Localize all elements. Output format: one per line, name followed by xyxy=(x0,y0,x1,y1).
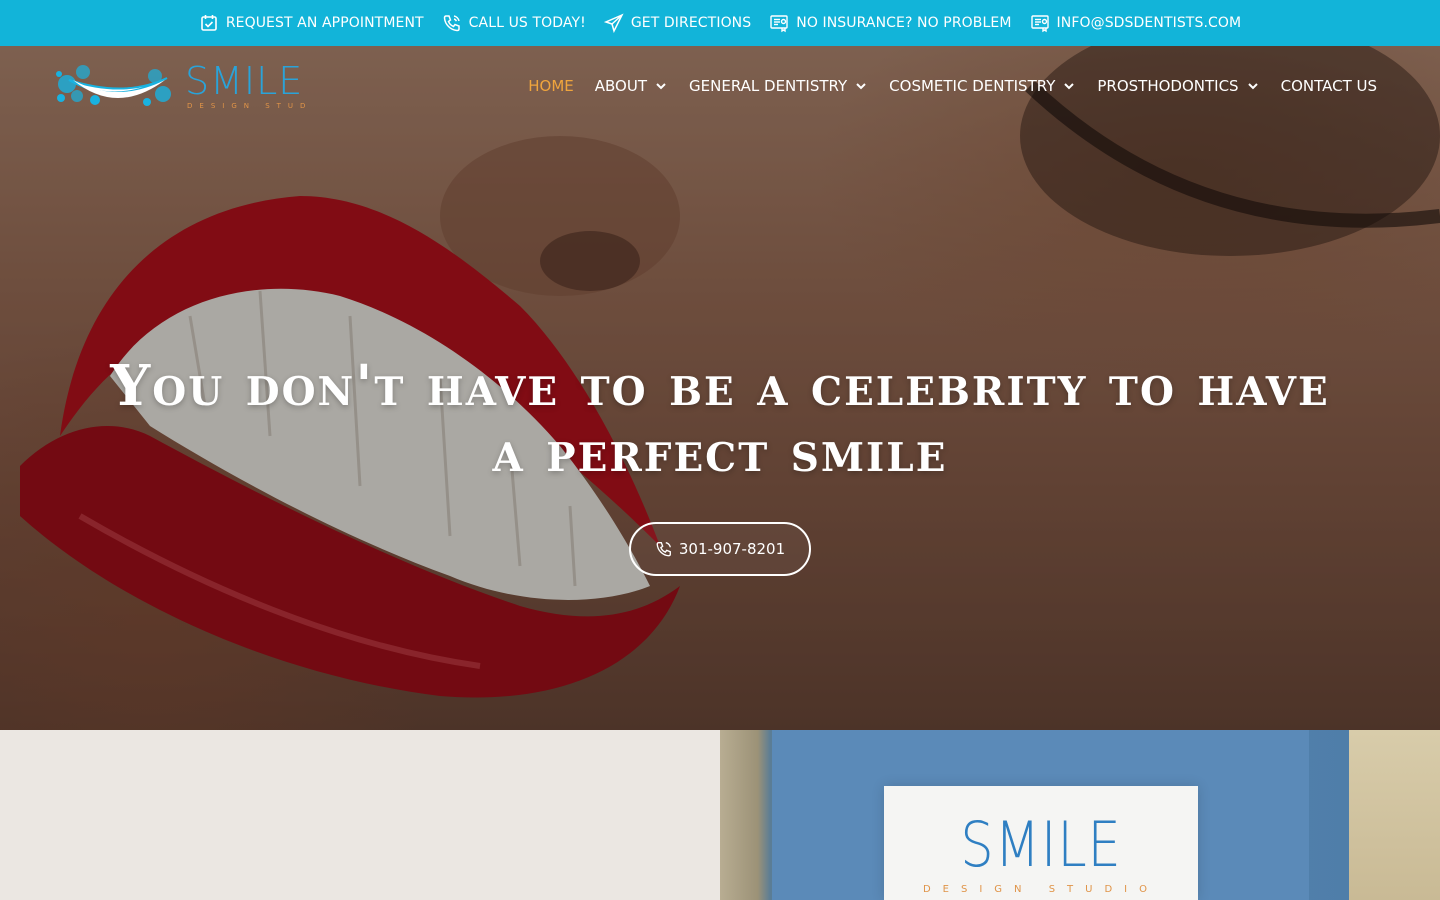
chevron-down-icon xyxy=(1064,83,1075,90)
logo-wordmark: SMILE xyxy=(185,59,303,103)
nav-item-contact-us[interactable]: CONTACT US xyxy=(1281,77,1377,95)
chevron-down-icon xyxy=(656,83,666,90)
nav-item-general-dentistry[interactable]: GENERAL DENTISTRY xyxy=(689,77,868,95)
intro-text-panel xyxy=(0,730,720,900)
envelope-document-icon xyxy=(1030,15,1049,33)
no-insurance-label: NO INSURANCE? NO PROBLEM xyxy=(796,15,1012,31)
paper-plane-icon xyxy=(603,13,624,33)
get-directions-link[interactable]: GET DIRECTIONS xyxy=(603,13,752,33)
request-appointment-label: REQUEST AN APPOINTMENT xyxy=(225,15,424,31)
nav-item-cosmetic-dentistry[interactable]: COSMETIC DENTISTRY xyxy=(889,77,1076,95)
nav-item-contact-us-label: CONTACT US xyxy=(1280,77,1377,95)
office-wall xyxy=(1349,730,1440,900)
hero-headline: You don't have to be a celebrity to have… xyxy=(50,353,1390,485)
hero-section: You don't have to be a celebrity to have… xyxy=(0,46,1440,730)
call-us-link[interactable]: CALL US TODAY! xyxy=(442,13,586,33)
office-sign-card: SMILE DESIGN STUDIO xyxy=(884,786,1198,900)
main-navigation: HOME ABOUT GENERAL DENTISTRY COSMETIC DE… xyxy=(528,68,1377,104)
office-sign-tagline: DESIGN STUDIO xyxy=(922,884,1160,895)
smile-design-studio-logo[interactable]: SMILE DESIGN STUDIO xyxy=(55,58,305,113)
office-sign-wordmark: SMILE xyxy=(960,808,1122,881)
phone-icon xyxy=(656,542,671,557)
top-utility-bar: REQUEST AN APPOINTMENT CALL US TODAY! GE… xyxy=(0,0,1440,46)
call-phone-button[interactable]: 301-907-8201 xyxy=(629,522,811,576)
call-us-label: CALL US TODAY! xyxy=(468,15,586,31)
nav-item-about-label: ABOUT xyxy=(594,77,648,95)
phone-icon xyxy=(443,15,460,32)
nav-item-general-dentistry-label: GENERAL DENTISTRY xyxy=(689,77,848,95)
email-link[interactable]: INFO@SDSDENTISTS.COM xyxy=(1030,13,1242,33)
hero-headline-line-2: a perfect smile xyxy=(492,419,948,485)
chevron-down-icon xyxy=(856,83,866,90)
chevron-down-icon xyxy=(1247,83,1258,90)
nav-item-home[interactable]: HOME xyxy=(528,77,574,95)
nav-item-prosthodontics[interactable]: PROSTHODONTICS xyxy=(1097,77,1259,95)
get-directions-label: GET DIRECTIONS xyxy=(630,15,752,31)
request-appointment-link[interactable]: REQUEST AN APPOINTMENT xyxy=(199,13,424,33)
no-insurance-link[interactable]: NO INSURANCE? NO PROBLEM xyxy=(769,13,1011,33)
nav-item-cosmetic-dentistry-label: COSMETIC DENTISTRY xyxy=(889,77,1056,95)
hero-headline-line-1: You don't have to be a celebrity to have xyxy=(110,353,1330,419)
email-label: INFO@SDSDENTISTS.COM xyxy=(1056,15,1242,31)
call-phone-number: 301-907-8201 xyxy=(678,540,786,558)
office-sign-photo: SMILE DESIGN STUDIO xyxy=(720,730,1440,900)
nav-item-home-label: HOME xyxy=(528,77,574,95)
document-icon xyxy=(770,15,788,33)
logo-tagline: DESIGN STUDIO xyxy=(187,102,305,110)
calendar-check-icon xyxy=(201,15,217,31)
nav-item-prosthodontics-label: PROSTHODONTICS xyxy=(1097,77,1239,95)
nav-item-about[interactable]: ABOUT xyxy=(595,77,668,95)
